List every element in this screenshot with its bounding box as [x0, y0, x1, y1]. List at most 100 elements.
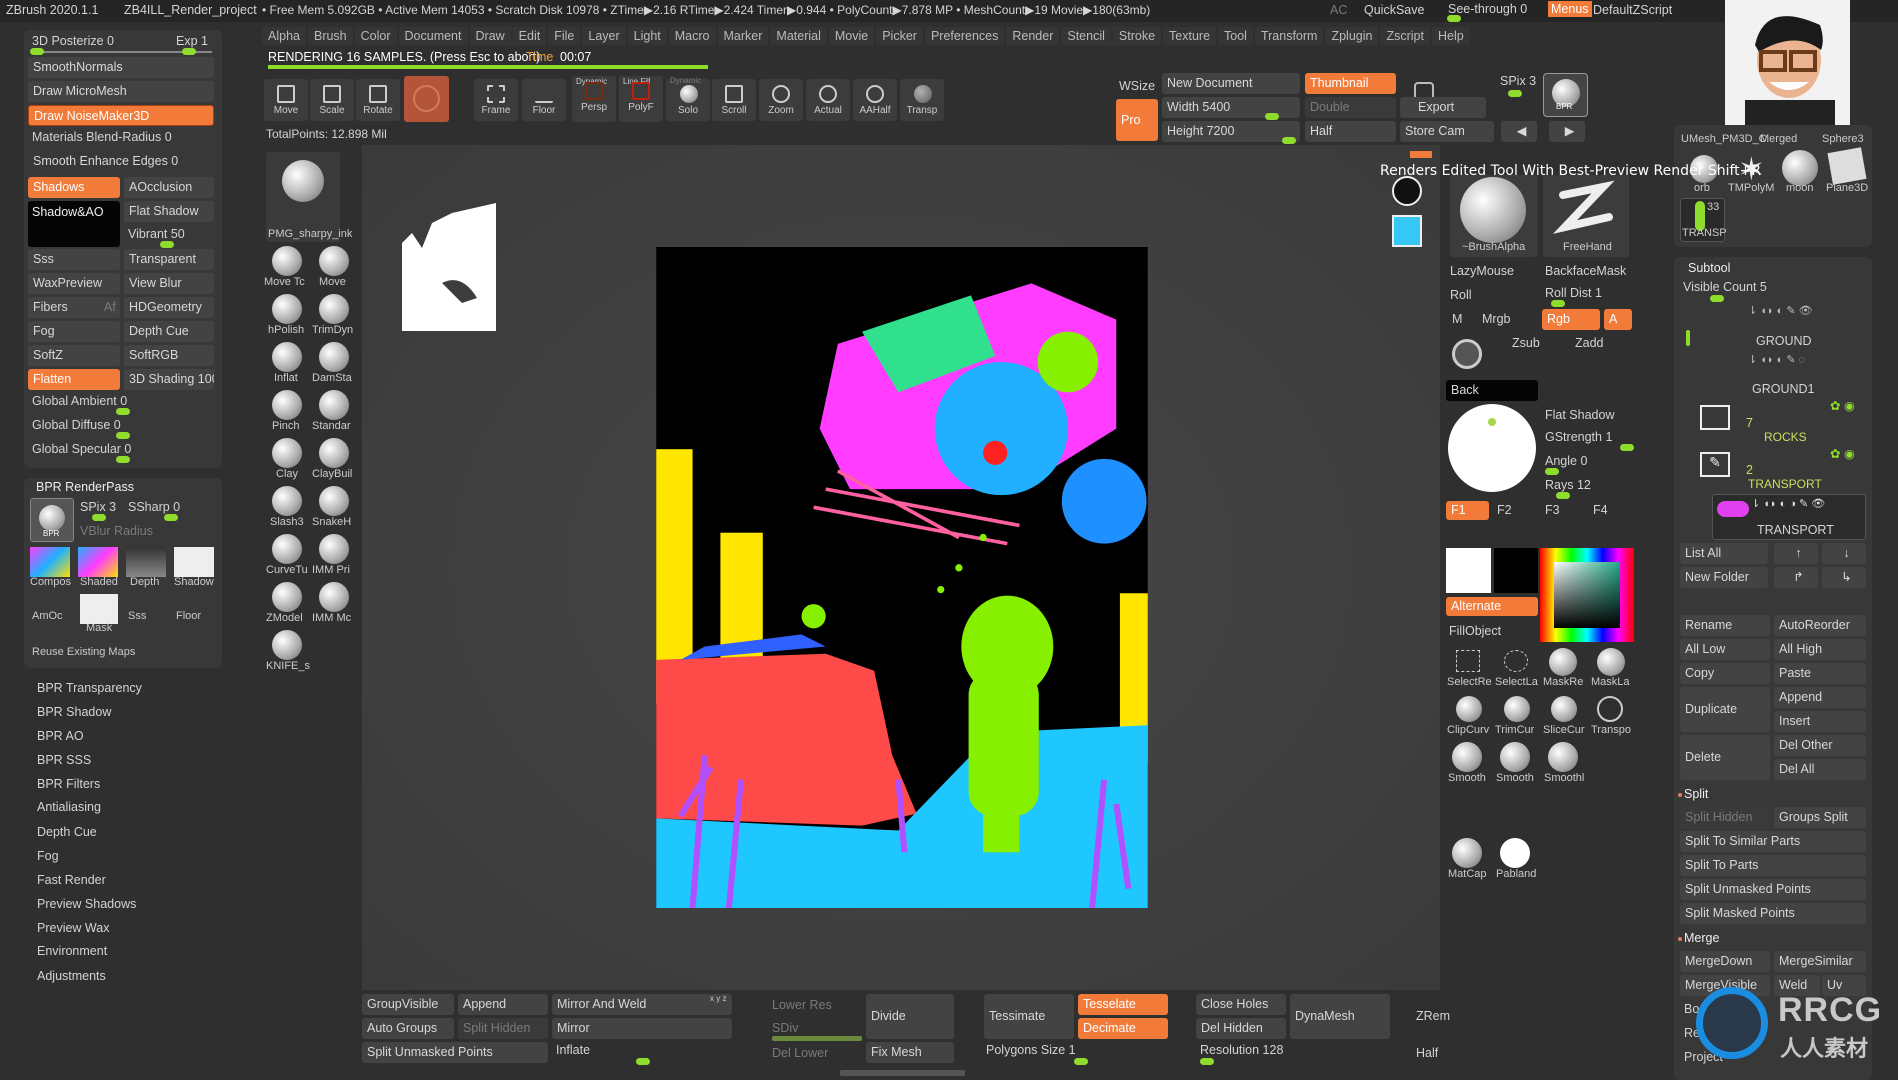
menu-tool[interactable]: Tool [1218, 27, 1253, 45]
global-diffuse-slider[interactable]: Global Diffuse 0 [32, 418, 121, 432]
exp-knob[interactable] [182, 48, 196, 55]
brush-icon[interactable] [319, 390, 349, 420]
transp-button[interactable]: Transp [900, 79, 944, 121]
global-specular-slider[interactable]: Global Specular 0 [32, 442, 131, 456]
split-parts-button[interactable]: Split To Parts [1680, 855, 1866, 876]
render-list-item[interactable]: BPR SSS [37, 753, 91, 767]
main-color-swatch[interactable] [1446, 548, 1491, 593]
blend-radius-slider[interactable]: Materials Blend-Radius 0 [32, 130, 172, 144]
folder-settings-icon[interactable]: ✿ ◉ [1830, 398, 1855, 413]
all-low-button[interactable]: All Low [1680, 639, 1770, 660]
move-up-button[interactable]: ↑ [1774, 543, 1818, 564]
brush-icon[interactable] [272, 582, 302, 612]
rays-slider[interactable]: Rays 12 [1545, 478, 1591, 492]
see-through-slider[interactable]: See-through 0 [1448, 2, 1527, 16]
render-list-item[interactable]: Preview Wax [37, 921, 109, 935]
menu-layer[interactable]: Layer [582, 27, 626, 45]
zremesher-button[interactable]: ZRem [1416, 1009, 1450, 1023]
persp-button[interactable]: Dynamic Persp [572, 76, 616, 122]
f1-button[interactable]: F1 [1446, 501, 1489, 520]
auto-groups-button[interactable]: Auto Groups [362, 1018, 454, 1039]
sss-button[interactable]: Sss [28, 249, 120, 270]
brush-icon[interactable] [319, 534, 349, 564]
mrgb-button[interactable]: Mrgb [1482, 312, 1510, 326]
3d-shading-slider[interactable]: 3D Shading 100 [124, 369, 214, 390]
menu-macro[interactable]: Macro [668, 27, 716, 45]
del-all-button[interactable]: Del All [1774, 759, 1866, 780]
wsize-button[interactable]: WSize [1119, 79, 1155, 93]
menu-edit[interactable]: Edit [512, 27, 547, 45]
render-list-item[interactable]: BPR Transparency [37, 681, 142, 695]
export-button[interactable]: Export [1400, 97, 1486, 118]
actual-button[interactable]: Actual [806, 79, 850, 121]
gstrength-knob[interactable] [1620, 444, 1634, 451]
pabland-icon[interactable] [1500, 838, 1530, 868]
waxpreview-button[interactable]: WaxPreview [28, 273, 120, 294]
pass-thumb-depth[interactable] [126, 547, 166, 577]
brush-icon[interactable] [319, 486, 349, 516]
split-hidden-button[interactable]: Split Hidden [1680, 807, 1770, 828]
material-swatch[interactable] [404, 76, 449, 122]
pass-thumb-compos[interactable] [30, 547, 70, 577]
secondary-color-swatch[interactable] [1494, 548, 1538, 593]
flatten-button[interactable]: Flatten [28, 369, 120, 390]
menu-zscript[interactable]: Zscript [1380, 27, 1430, 45]
f3-button[interactable]: F3 [1545, 503, 1560, 517]
next-cam-button[interactable]: ▶ [1549, 121, 1585, 142]
brush-icon[interactable] [272, 246, 302, 276]
light-position-dot[interactable] [1488, 418, 1496, 426]
render-list-item[interactable]: Fast Render [37, 873, 106, 887]
diffuse-knob[interactable] [116, 432, 130, 439]
softrgb-button[interactable]: SoftRGB [124, 345, 214, 366]
quicksave-button[interactable]: QuickSave [1364, 3, 1424, 17]
vibrant-knob[interactable] [160, 241, 174, 248]
menu-stencil[interactable]: Stencil [1061, 27, 1111, 45]
solo-button[interactable]: Dynamic Solo [666, 76, 710, 121]
decimate-button[interactable]: Decimate [1078, 1018, 1168, 1039]
double-button[interactable]: Double [1305, 97, 1396, 118]
floor-button[interactable]: Floor [522, 79, 566, 121]
current-tool-thumb[interactable]: 33 TRANSP [1680, 198, 1727, 242]
paste-button[interactable]: Paste [1774, 663, 1866, 684]
subtool-item-selected[interactable]: ⇂ ◖◗ ◐ ◑ ✎ 👁 TRANSPORT [1712, 494, 1866, 540]
brush-icon[interactable] [319, 342, 349, 372]
lower-res-button[interactable]: Lower Res [772, 998, 832, 1012]
arrow-down-right-button[interactable]: ↳ [1822, 567, 1866, 588]
smile-icon[interactable] [1392, 215, 1422, 247]
render-list-item[interactable]: Adjustments [37, 969, 106, 983]
fillobject-button[interactable]: FillObject [1449, 624, 1501, 638]
vblur-radius-slider[interactable]: VBlur Radius [80, 524, 153, 538]
mergedown-button[interactable]: MergeDown [1680, 951, 1770, 972]
width-slider[interactable]: Width 5400 [1162, 97, 1300, 118]
reuse-maps-button[interactable]: Reuse Existing Maps [32, 646, 135, 658]
menu-movie[interactable]: Movie [828, 27, 875, 45]
zadd-button[interactable]: Zadd [1575, 336, 1604, 350]
brush-alpha-button[interactable]: ~BrushAlpha [1450, 175, 1538, 257]
draw-noisemaker-button[interactable]: Draw NoiseMaker3D [28, 105, 214, 126]
duplicate-button[interactable]: Duplicate [1680, 687, 1770, 732]
menu-alpha[interactable]: Alpha [262, 27, 306, 45]
trim-curve-icon[interactable] [1504, 696, 1530, 722]
zsub-button[interactable]: Zsub [1512, 336, 1540, 350]
pen-tablet-icon[interactable] [1392, 176, 1422, 206]
dynamesh-button[interactable]: DynaMesh [1290, 994, 1390, 1039]
brush-icon[interactable] [272, 630, 302, 660]
menu-preferences[interactable]: Preferences [924, 27, 1005, 45]
tool-thumb-plane[interactable] [1827, 147, 1867, 185]
a-button[interactable]: A [1604, 309, 1632, 330]
menu-picker[interactable]: Picker [876, 27, 923, 45]
f4-button[interactable]: F4 [1593, 503, 1608, 517]
thumbnail-button[interactable]: Thumbnail [1305, 73, 1396, 94]
menu-marker[interactable]: Marker [717, 27, 769, 45]
rgb-button[interactable]: Rgb [1542, 309, 1600, 330]
tesselate-button[interactable]: Tesselate [1078, 994, 1168, 1015]
bpr-spix-slider[interactable]: SPix 3 [80, 500, 116, 514]
rotate-button[interactable]: Rotate [356, 79, 400, 121]
rays-knob[interactable] [1556, 492, 1570, 499]
clip-curve-icon[interactable] [1456, 696, 1482, 722]
merge-section-header[interactable]: Merge [1684, 931, 1719, 945]
hdgeometry-button[interactable]: HDGeometry [124, 297, 214, 318]
ac-button[interactable]: AC [1330, 3, 1347, 17]
resolution-knob[interactable] [1200, 1058, 1214, 1065]
shadows-button[interactable]: Shadows [28, 177, 120, 198]
